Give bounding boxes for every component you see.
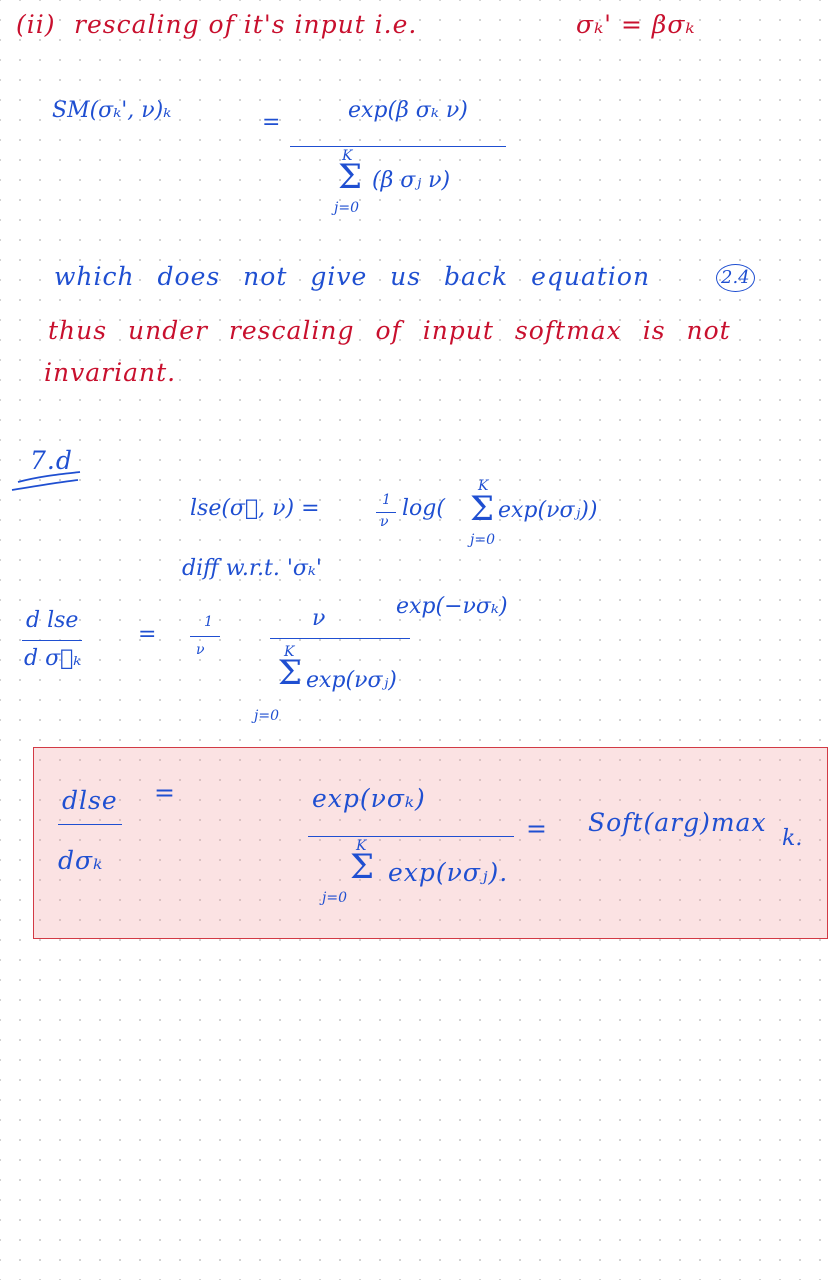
lse-body: exp(νσⱼ)) (498, 498, 598, 523)
result-equals-2: = (526, 814, 548, 843)
deriv-lhs-denominator: d σ⃗ₖ (24, 646, 82, 671)
deriv-lhs-bar (22, 640, 82, 641)
deriv-numerator-exp: exp(−νσₖ) (396, 594, 508, 619)
result-rhs: Soft(arg)max (588, 808, 767, 837)
lse-log: log( (402, 496, 445, 521)
deriv-sum-lower: j=0 (254, 708, 279, 724)
lse-lhs: lse(σ⃗, ν) = (190, 496, 320, 521)
deriv-numerator-nu: ν (312, 606, 326, 631)
result-fraction-bar (308, 836, 514, 837)
highlighted-result-box (33, 747, 828, 939)
underline-strokes (11, 471, 81, 491)
deriv-coef-numerator: 1 (204, 614, 213, 630)
diff-instruction: diff w.r.t. 'σₖ' (182, 556, 322, 581)
result-sum-symbol: Σ (350, 847, 375, 887)
lse-sum-lower: j=0 (470, 532, 495, 548)
result-lhs-numerator: dlse (62, 786, 118, 815)
lse-sum-symbol: Σ (470, 489, 495, 529)
lse-coef-denominator: ν (380, 514, 389, 530)
deriv-fraction-bar (270, 638, 410, 639)
deriv-sum-symbol: Σ (278, 653, 303, 693)
deriv-coef-bar (190, 636, 220, 637)
result-rhs-subscript: k. (782, 826, 803, 851)
result-numerator: exp(νσₖ) (312, 784, 426, 813)
result-sum-lower: j=0 (322, 890, 347, 906)
result-lhs-bar (58, 824, 122, 825)
result-lhs-denominator: dσₖ (58, 846, 104, 875)
lse-coef-bar (376, 512, 396, 513)
result-equals-1: = (154, 778, 176, 807)
lse-coef-numerator: 1 (382, 492, 391, 508)
deriv-lhs-numerator: d lse (26, 608, 79, 633)
result-denominator: exp(νσⱼ). (388, 858, 509, 887)
deriv-denominator-body: exp(νσⱼ) (306, 668, 397, 693)
deriv-coef-denominator: ν (196, 642, 205, 658)
deriv-equals: = (138, 622, 157, 647)
